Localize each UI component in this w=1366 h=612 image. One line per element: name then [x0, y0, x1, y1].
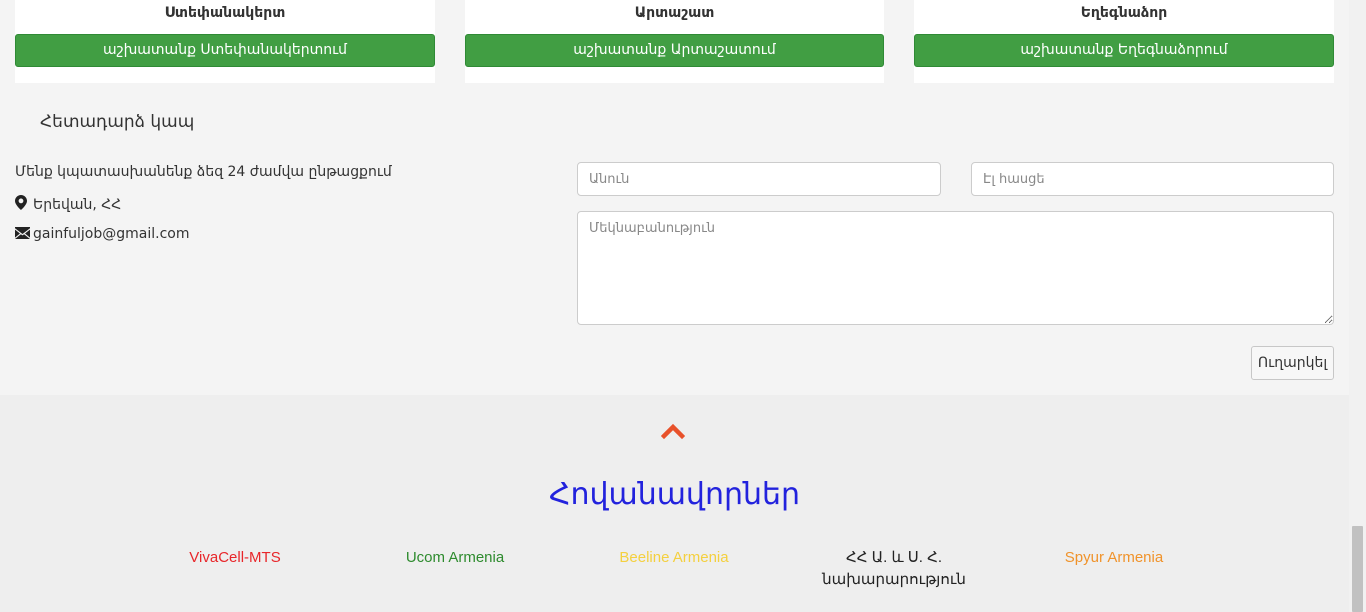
sponsor-vivacell-link[interactable]: VivaCell-MTS — [160, 549, 310, 566]
name-input[interactable] — [577, 162, 941, 196]
page: Ստեփանակերտ աշխատանք Ստեփանակերտում Արտա… — [0, 0, 1349, 612]
jobs-yeghegnadzor-button[interactable]: աշխատանք Եղեգնաձորում — [914, 34, 1334, 67]
envelope-icon — [15, 227, 30, 243]
contact-title: Հետադարձ կապ — [40, 112, 195, 132]
location-line: Երեվան, ՀՀ — [15, 195, 121, 214]
page-scrollbar[interactable] — [1349, 0, 1366, 612]
jobs-artashat-button[interactable]: աշխատանք Արտաշատում — [465, 34, 884, 67]
city-card-yeghegnadzor: Եղեգնաձոր աշխատանք Եղեգնաձորում — [914, 0, 1334, 83]
sponsors-title: Հովանավորներ — [548, 477, 801, 512]
email-line: gainfuljob@gmail.com — [15, 226, 190, 243]
map-marker-icon — [15, 195, 30, 214]
city-card-artashat: Արտաշատ աշխատանք Արտաշատում — [465, 0, 884, 83]
chevron-up-icon[interactable] — [660, 421, 686, 441]
scrollbar-thumb[interactable] — [1352, 526, 1363, 612]
location-text: Երեվան, ՀՀ — [33, 197, 122, 213]
comment-textarea[interactable] — [577, 211, 1334, 325]
send-button[interactable]: Ուղարկել — [1251, 346, 1334, 380]
response-note: Մենք կպատասխանենք ձեզ 24 ժամվա ընթացքում — [15, 164, 392, 180]
jobs-stepanakert-button[interactable]: աշխատանք Ստեփանակերտում — [15, 34, 435, 67]
email-text: gainfuljob@gmail.com — [33, 226, 190, 242]
city-name: Ստեփանակերտ — [164, 5, 286, 21]
sponsor-ministry-link[interactable]: ՀՀ Ա. և Ս. Հ. նախարարություն — [819, 547, 969, 591]
sponsor-beeline-link[interactable]: Beeline Armenia — [599, 549, 749, 566]
city-name: Եղեգնաձոր — [1080, 5, 1168, 21]
city-card-stepanakert: Ստեփանակերտ աշխատանք Ստեփանակերտում — [15, 0, 435, 83]
city-name: Արտաշատ — [634, 5, 715, 21]
email-input[interactable] — [971, 162, 1334, 196]
sponsor-ucom-link[interactable]: Ucom Armenia — [380, 549, 530, 566]
sponsor-spyur-link[interactable]: Spyur Armenia — [1039, 549, 1189, 566]
